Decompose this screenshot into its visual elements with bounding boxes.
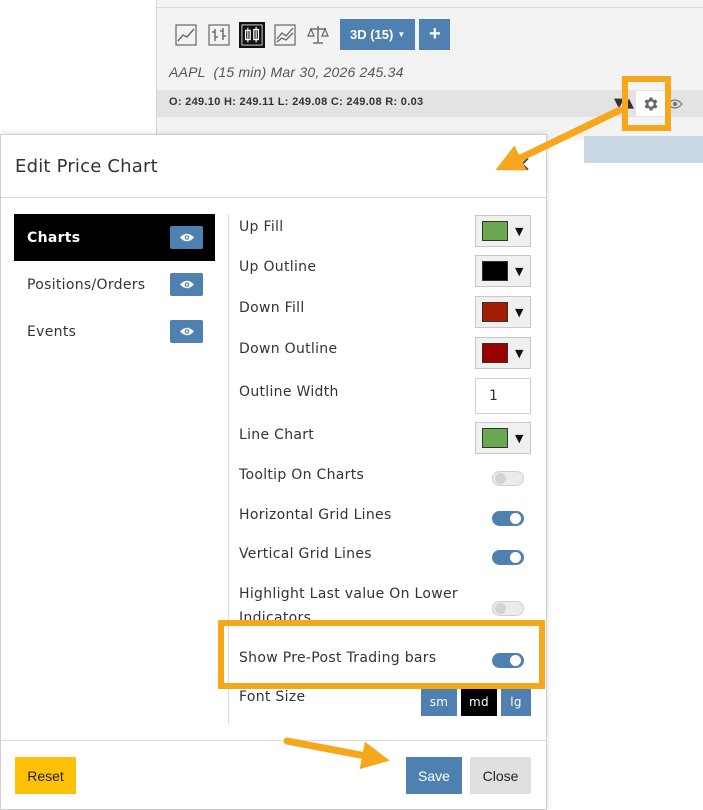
ohlc-values: O: 249.10 H: 249.11 L: 249.08 C: 249.08 … (169, 96, 424, 108)
balance-scale-icon[interactable] (305, 22, 331, 48)
dialog-title: Edit Price Chart (15, 156, 158, 177)
sidebar-item-label: Events (27, 323, 77, 340)
eye-icon[interactable] (170, 226, 203, 249)
add-chart-button[interactable]: + (419, 19, 451, 50)
chart-symbol-info: AAPL (15 min) Mar 30, 2026 245.34 (169, 64, 404, 80)
ohlc-bars-icon[interactable] (206, 22, 232, 48)
reset-button[interactable]: Reset (15, 757, 76, 794)
chart-panel: 3D (15) ▼ + AAPL (15 min) Mar 30, 2026 2… (156, 0, 703, 140)
chart-selection-strip (584, 136, 703, 163)
color-swatch (482, 221, 508, 241)
timeframe-dropdown[interactable]: 3D (15) ▼ (340, 19, 416, 50)
caret-down-icon: ▼ (515, 264, 524, 278)
sidebar-item-label: Positions/Orders (27, 276, 146, 293)
font-size-sm-button[interactable]: sm (421, 688, 457, 716)
sidebar-item-positions-orders[interactable]: Positions/Orders (14, 261, 215, 308)
candlestick-icon[interactable] (239, 21, 265, 48)
color-swatch (482, 428, 508, 448)
horizontal-grid-lines-toggle[interactable] (492, 511, 524, 526)
down-outline-color-picker[interactable]: ▼ (475, 337, 531, 369)
line-chart-color-picker[interactable]: ▼ (475, 422, 531, 454)
sidebar-item-events[interactable]: Events (14, 308, 215, 355)
close-icon[interactable]: ✕ (513, 155, 531, 177)
caret-down-icon: ▼ (515, 431, 524, 445)
down-outline-label: Down Outline (239, 341, 338, 357)
close-button[interactable]: Close (470, 757, 531, 794)
toggle-knob (495, 473, 506, 484)
settings-sidebar: Charts Positions/Orders Events (14, 214, 215, 355)
line-chart-icon[interactable] (173, 22, 199, 48)
eye-icon[interactable] (170, 320, 203, 343)
dialog-header: Edit Price Chart ✕ (1, 135, 546, 198)
caret-down-icon: ▼ (515, 346, 524, 360)
outline-width-input[interactable]: 1 (475, 378, 531, 414)
gear-highlight-box (622, 76, 671, 131)
panel-top-border (157, 7, 703, 8)
color-swatch (482, 261, 508, 281)
caret-down-icon: ▼ (397, 30, 406, 39)
up-outline-color-picker[interactable]: ▼ (475, 255, 531, 287)
edit-price-chart-dialog: Edit Price Chart ✕ Charts Positions/Orde… (0, 134, 547, 810)
caret-down-icon: ▼ (515, 224, 524, 238)
color-swatch (482, 343, 508, 363)
vertical-grid-lines-label: Vertical Grid Lines (239, 546, 372, 562)
vertical-grid-lines-toggle[interactable] (492, 550, 524, 565)
toggle-knob (510, 513, 521, 524)
font-size-lg-button[interactable]: lg (501, 688, 531, 716)
outline-width-label: Outline Width (239, 384, 339, 400)
up-fill-color-picker[interactable]: ▼ (475, 215, 531, 247)
font-size-selector: sm md lg (421, 688, 531, 716)
eye-icon[interactable] (170, 273, 203, 296)
sidebar-item-charts[interactable]: Charts (14, 214, 215, 261)
horizontal-grid-lines-label: Horizontal Grid Lines (239, 507, 392, 523)
sidebar-item-label: Charts (27, 229, 81, 246)
timeframe-label: 3D (15) (350, 27, 394, 42)
toggle-knob (510, 552, 521, 563)
up-fill-label: Up Fill (239, 219, 284, 235)
down-fill-color-picker[interactable]: ▼ (475, 296, 531, 328)
chart-toolbar: 3D (15) ▼ + (173, 19, 451, 50)
down-fill-label: Down Fill (239, 300, 305, 316)
save-button[interactable]: Save (406, 757, 462, 794)
highlight-last-value-label: Highlight Last value On Lower Indicators (239, 586, 458, 624)
tooltip-on-charts-toggle[interactable] (492, 471, 524, 486)
tooltip-on-charts-label: Tooltip On Charts (239, 467, 365, 483)
footer-divider (1, 740, 546, 741)
color-swatch (482, 302, 508, 322)
comparison-chart-icon[interactable] (272, 22, 298, 48)
pre-post-highlight-box (218, 620, 545, 689)
line-chart-label: Line Chart (239, 427, 315, 443)
toggle-knob (495, 603, 506, 614)
up-outline-label: Up Outline (239, 259, 317, 275)
highlight-last-value-toggle[interactable] (492, 601, 524, 616)
caret-down-icon: ▼ (515, 305, 524, 319)
font-size-md-button[interactable]: md (461, 688, 497, 716)
